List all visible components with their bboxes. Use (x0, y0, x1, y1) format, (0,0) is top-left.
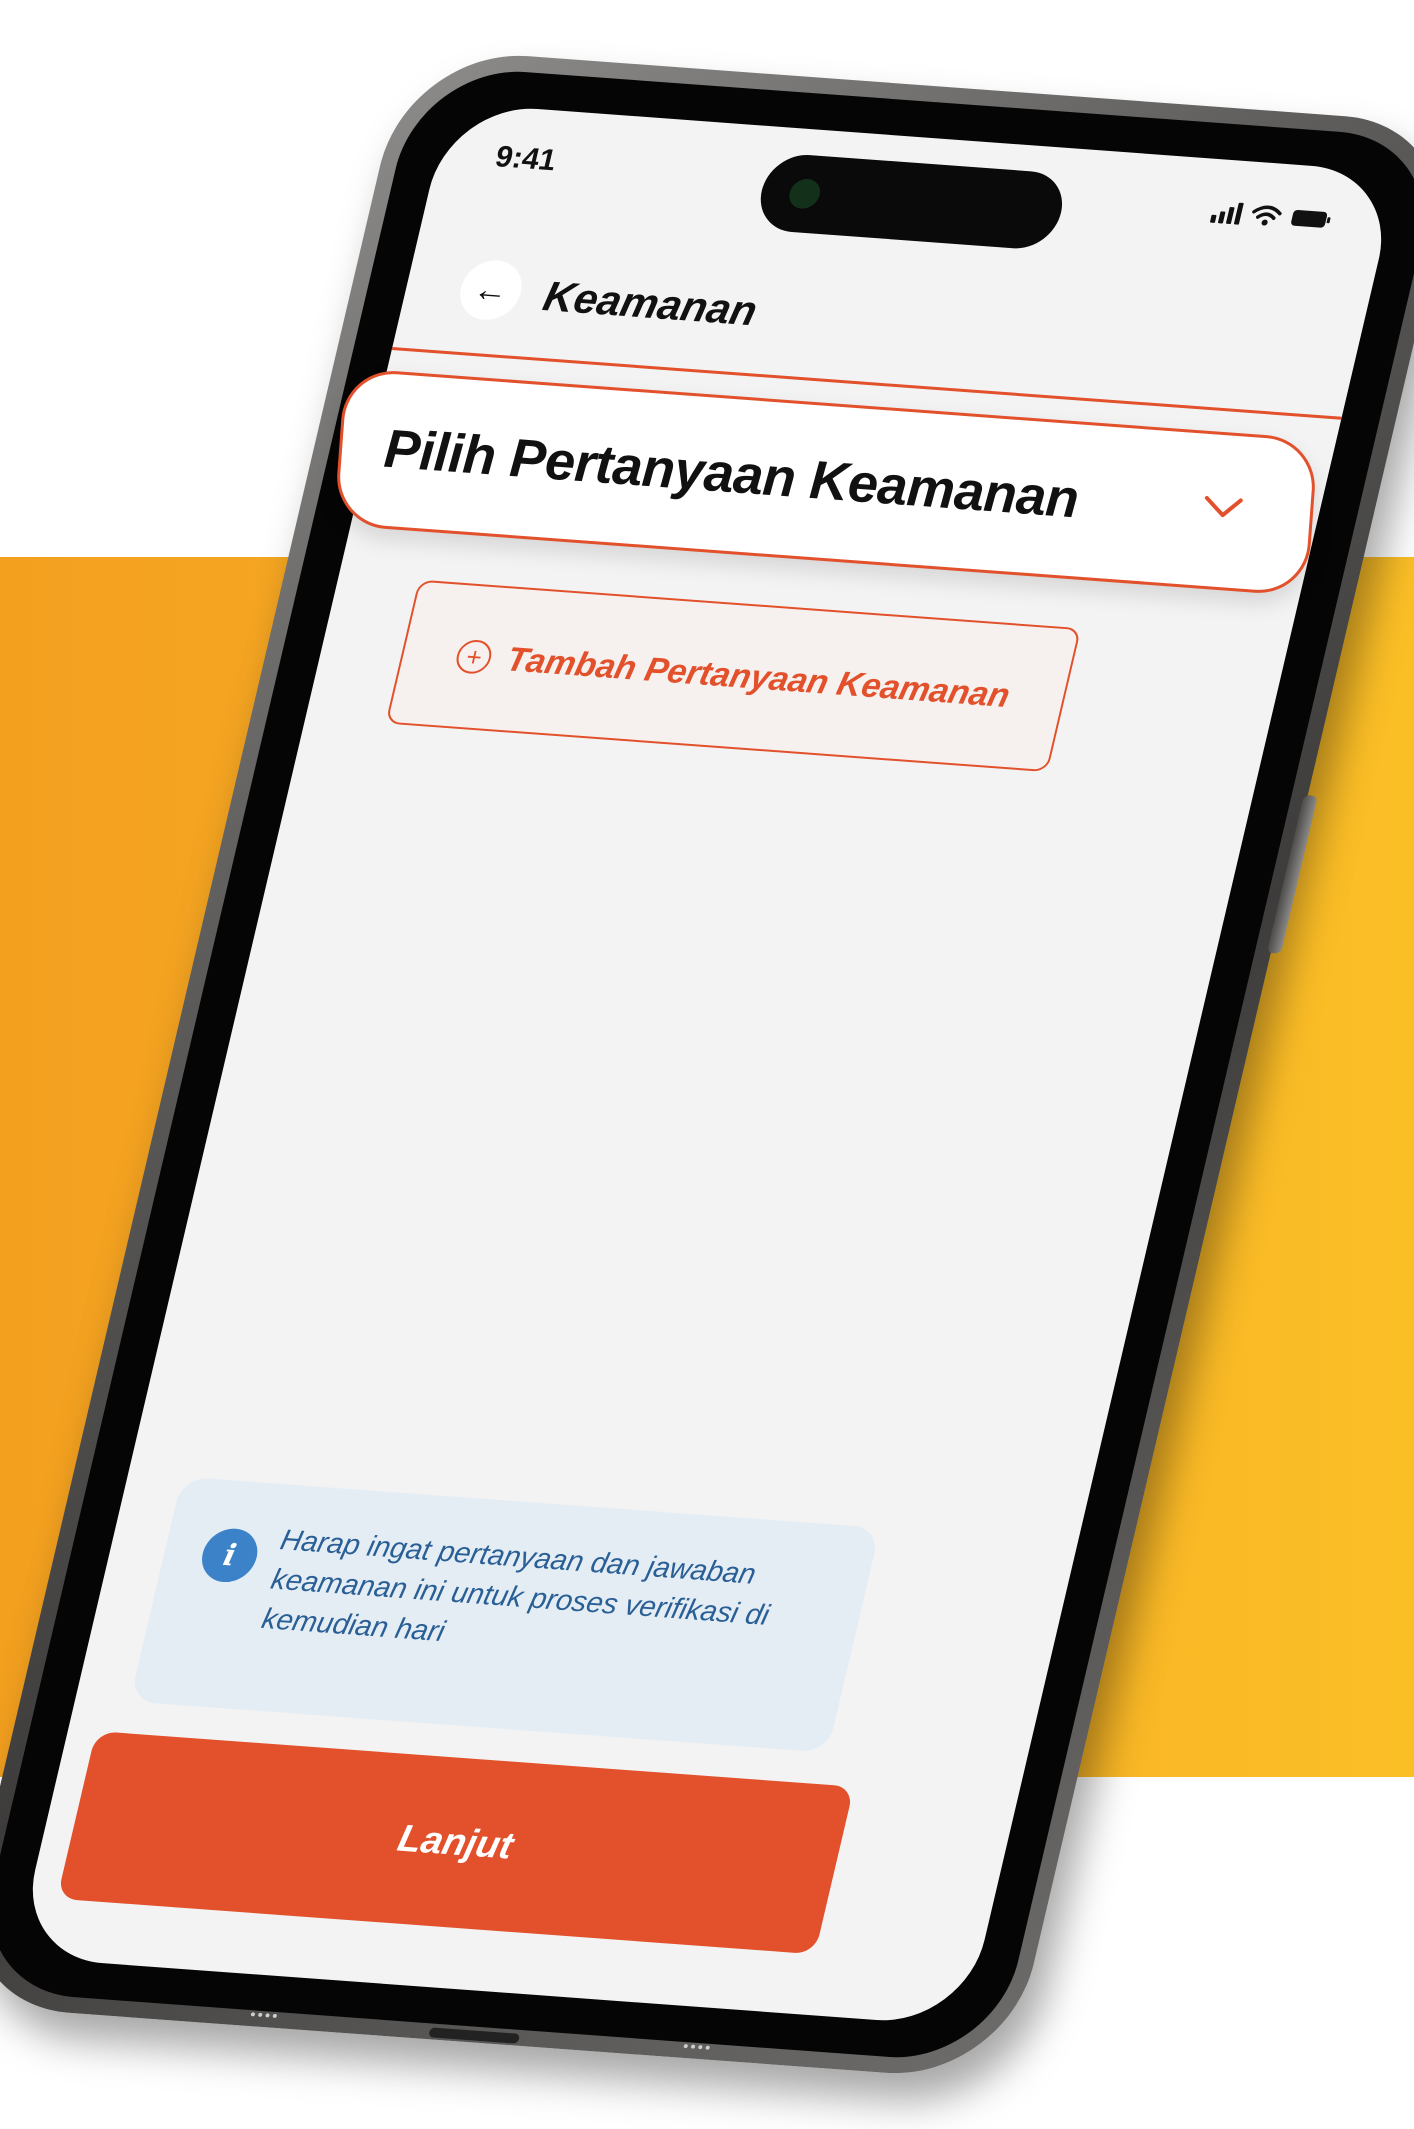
dropdown-value: Pilih Pertanyaan Keamanan (382, 418, 1081, 530)
status-time: 9:41 (492, 140, 560, 178)
plus-circle-icon: + (453, 638, 496, 675)
camera-icon (786, 177, 824, 210)
add-security-question-button[interactable]: + Tambah Pertanyaan Keamanan (385, 579, 1082, 773)
dynamic-island (752, 152, 1071, 252)
back-arrow-icon[interactable]: ← (454, 258, 528, 322)
add-button-label: Tambah Pertanyaan Keamanan (502, 640, 1014, 715)
info-text: Harap ingat pertanyaan dan jawaban keama… (258, 1524, 773, 1649)
speaker-grille-left (249, 2012, 278, 2024)
page-title: Keamanan (539, 272, 762, 335)
battery-icon (1289, 208, 1334, 231)
continue-button[interactable]: Lanjut (56, 1731, 855, 1955)
signal-icon (1209, 201, 1244, 225)
status-icons (1209, 201, 1334, 231)
info-icon: i (196, 1526, 263, 1584)
speaker-grille-right (681, 2043, 711, 2056)
chevron-down-icon (1204, 495, 1243, 518)
info-notice: i Harap ingat pertanyaan dan jawaban kea… (129, 1476, 881, 1753)
wifi-icon (1249, 204, 1284, 228)
